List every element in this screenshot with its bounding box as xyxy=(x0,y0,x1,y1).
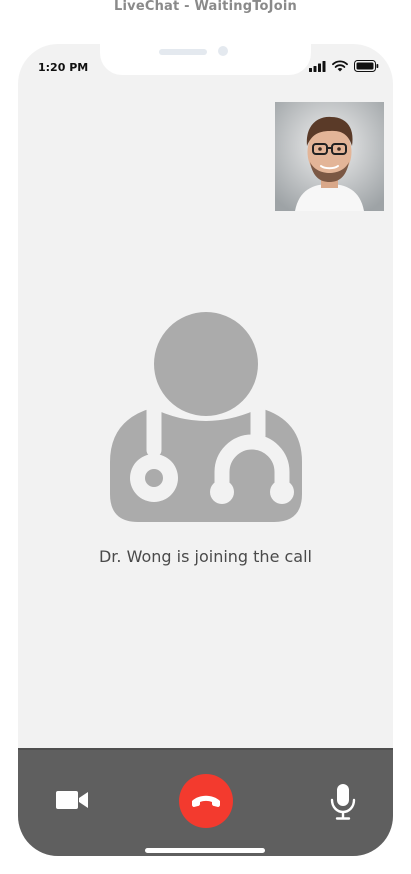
wifi-icon xyxy=(332,60,348,72)
cellular-signal-icon xyxy=(309,60,326,72)
video-camera-icon xyxy=(56,791,88,809)
end-call-button[interactable] xyxy=(179,774,233,828)
status-bar: 1:20 PM xyxy=(18,44,393,90)
video-toggle-button[interactable] xyxy=(56,788,90,812)
status-time: 1:20 PM xyxy=(38,61,89,74)
notch xyxy=(100,44,311,75)
self-view-video[interactable] xyxy=(275,102,384,211)
battery-icon xyxy=(354,60,379,72)
doctor-avatar-icon xyxy=(110,312,302,522)
speaker-grille xyxy=(159,49,207,55)
system-icons xyxy=(309,60,379,72)
call-status-text: Dr. Wong is joining the call xyxy=(98,547,312,566)
home-indicator[interactable] xyxy=(145,848,265,853)
mic-toggle-button[interactable] xyxy=(330,784,356,820)
phone-hangup-icon xyxy=(192,795,220,807)
call-control-bar xyxy=(18,748,393,856)
user-photo xyxy=(275,102,384,211)
microphone-icon xyxy=(330,784,356,820)
front-camera xyxy=(218,46,228,56)
screen-title: LiveChat - WaitingToJoin xyxy=(114,0,297,14)
phone-frame: 1:20 PM Dr. Wong is joining the call xyxy=(18,44,393,856)
